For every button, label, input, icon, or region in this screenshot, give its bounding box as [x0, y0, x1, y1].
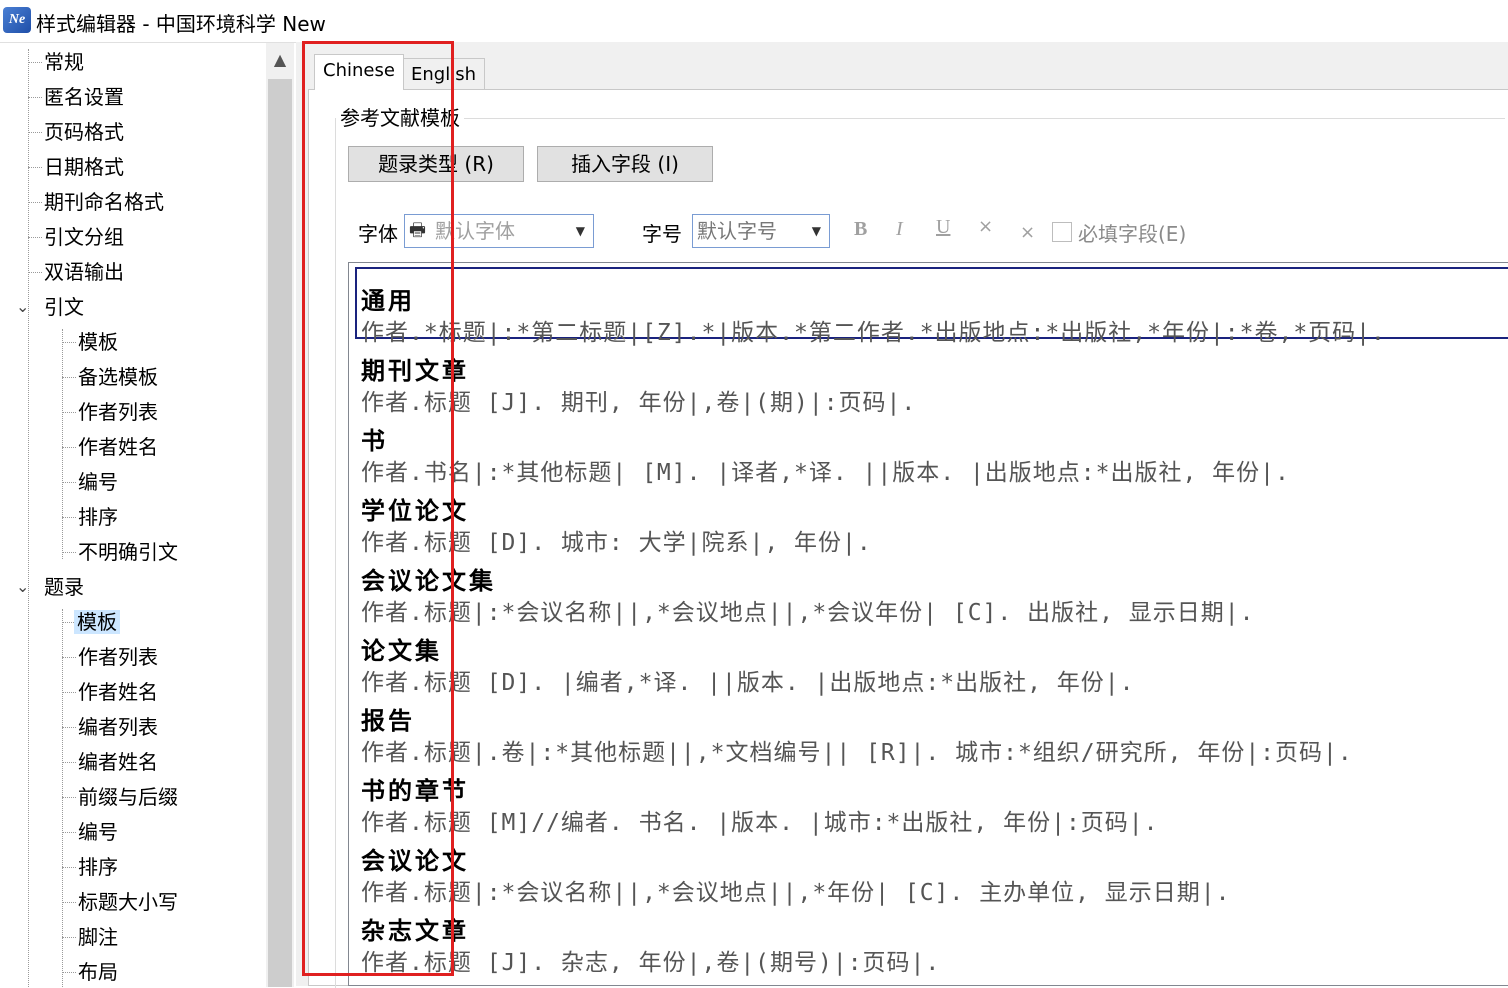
sidebar-item-editor-name[interactable]: 编者姓名	[78, 746, 158, 778]
tree-line	[28, 132, 42, 133]
settings-tree: 常规 匿名设置 页码格式 日期格式 期刊命名格式 引文分组 双语输出 ⌄ 引文 …	[0, 43, 266, 987]
sidebar-item-citation-groups[interactable]: 引文分组	[44, 221, 124, 253]
sidebar-item-citations[interactable]: 引文	[44, 291, 84, 323]
dropdown-arrow-icon: ▼	[811, 224, 821, 238]
tree-line	[62, 482, 76, 483]
tree-line	[62, 972, 76, 973]
sidebar-item-bib-templates[interactable]: 模板	[74, 606, 120, 638]
tree-line	[62, 552, 76, 553]
tree-line	[62, 727, 76, 728]
sidebar-item-author-name[interactable]: 作者姓名	[78, 431, 158, 463]
sidebar-item-journal-names[interactable]: 期刊命名格式	[44, 186, 164, 218]
sidebar-item-title-case[interactable]: 标题大小写	[78, 886, 178, 918]
underline-button[interactable]: U	[936, 216, 950, 239]
tree-line	[62, 832, 76, 833]
sidebar: 常规 匿名设置 页码格式 日期格式 期刊命名格式 引文分组 双语输出 ⌄ 引文 …	[0, 42, 296, 987]
scroll-up-icon[interactable]: ▲	[266, 43, 294, 77]
tree-line	[62, 867, 76, 868]
sidebar-item-sorting[interactable]: 排序	[78, 501, 118, 533]
tree-line	[62, 692, 76, 693]
app-icon: Ne	[3, 7, 31, 33]
template-body[interactable]: 作者.标题 [M]//编者. 书名. |版本. |城市:*出版社, 年份|:页码…	[361, 803, 1159, 837]
chevron-down-icon[interactable]: ⌄	[16, 299, 32, 315]
size-select[interactable]: 默认字号 ▼	[692, 214, 830, 248]
tree-line	[62, 377, 76, 378]
sidebar-item-bib-author-list[interactable]: 作者列表	[78, 641, 158, 673]
template-body[interactable]: 作者.标题|:*会议名称||,*会议地点||,*会议年份| [C]. 出版社, …	[361, 593, 1255, 627]
sidebar-item-date-format[interactable]: 日期格式	[44, 151, 124, 183]
title-bar: Ne 样式编辑器 - 中国环境科学 New	[0, 0, 1508, 40]
required-checkbox[interactable]	[1052, 222, 1072, 242]
tree-line	[28, 49, 29, 987]
template-editor[interactable]: 通用 作者.*标题|:*第二标题|[Z].*|版本.*第二作者.*出版地点:*出…	[348, 262, 1508, 986]
sidebar-item-page-format[interactable]: 页码格式	[44, 116, 124, 148]
italic-button[interactable]: I	[896, 218, 903, 241]
sidebar-item-editor-list[interactable]: 编者列表	[78, 711, 158, 743]
sidebar-item-layout[interactable]: 布局	[78, 956, 118, 987]
size-label: 字号	[642, 222, 682, 246]
dropdown-arrow-icon: ▼	[575, 224, 585, 238]
tree-line	[62, 342, 76, 343]
tree-line	[62, 797, 76, 798]
tree-line	[28, 97, 42, 98]
sidebar-item-bib-author-name[interactable]: 作者姓名	[78, 676, 158, 708]
tree-line	[62, 517, 76, 518]
sidebar-item-citation-templates[interactable]: 模板	[78, 326, 118, 358]
template-body[interactable]: 作者.标题|:*会议名称||,*会议地点||,*年份| [C]. 主办单位, 显…	[361, 873, 1231, 907]
tree-line	[28, 62, 42, 63]
tree-line	[62, 412, 76, 413]
sidebar-item-general[interactable]: 常规	[44, 46, 84, 78]
annotation-red-box	[302, 41, 454, 976]
tree-line	[62, 902, 76, 903]
tree-line	[62, 657, 76, 658]
sidebar-item-ambiguous[interactable]: 不明确引文	[78, 536, 178, 568]
sidebar-scrollbar[interactable]: ▲	[266, 43, 294, 987]
sidebar-item-prefix-suffix[interactable]: 前缀与后缀	[78, 781, 178, 813]
sidebar-item-author-list[interactable]: 作者列表	[78, 396, 158, 428]
template-body[interactable]: 作者.书名|:*其他标题| [M]. |译者,*译. ||版本. |出版地点:*…	[361, 453, 1290, 487]
tree-line	[62, 609, 63, 987]
sidebar-item-numbering[interactable]: 编号	[78, 466, 118, 498]
sidebar-item-anonymous[interactable]: 匿名设置	[44, 81, 124, 113]
superscript-button[interactable]: ×	[978, 216, 993, 237]
template-body[interactable]: 作者.标题 [D]. |编者,*译. ||版本. |出版地点:*出版社, 年份|…	[361, 663, 1135, 697]
bold-button[interactable]: B	[854, 218, 867, 241]
sidebar-item-footnotes[interactable]: 脚注	[78, 921, 118, 953]
tree-line	[62, 447, 76, 448]
chevron-down-icon[interactable]: ⌄	[16, 579, 32, 595]
subscript-button[interactable]: ×	[1020, 222, 1035, 243]
template-body[interactable]: 作者.*标题|:*第二标题|[Z].*|版本.*第二作者.*出版地点:*出版社,…	[361, 313, 1386, 347]
window-title: 样式编辑器 - 中国环境科学 New	[36, 12, 326, 36]
insert-field-button[interactable]: 插入字段 (I)	[537, 146, 713, 182]
tree-line	[62, 937, 76, 938]
size-value: 默认字号	[697, 219, 777, 243]
sidebar-item-bib-sorting[interactable]: 排序	[78, 851, 118, 883]
tree-line	[62, 329, 63, 559]
sidebar-item-alt-templates[interactable]: 备选模板	[78, 361, 158, 393]
scrollbar-thumb[interactable]	[268, 79, 292, 987]
template-body[interactable]: 作者.标题|.卷|:*其他标题||,*文档编号|| [R]|. 城市:*组织/研…	[361, 733, 1353, 767]
tree-line	[28, 272, 42, 273]
tree-line	[62, 762, 76, 763]
sidebar-item-bibliography[interactable]: 题录	[44, 571, 84, 603]
tree-line	[28, 167, 42, 168]
sidebar-item-bib-numbering[interactable]: 编号	[78, 816, 118, 848]
sidebar-item-bilingual[interactable]: 双语输出	[44, 256, 124, 288]
tree-line	[28, 202, 42, 203]
main-panel: Chinese English 参考文献模板 题录类型 (R) 插入字段 (I)…	[300, 42, 1508, 988]
tree-line	[28, 237, 42, 238]
required-label: 必填字段(E)	[1078, 222, 1187, 246]
